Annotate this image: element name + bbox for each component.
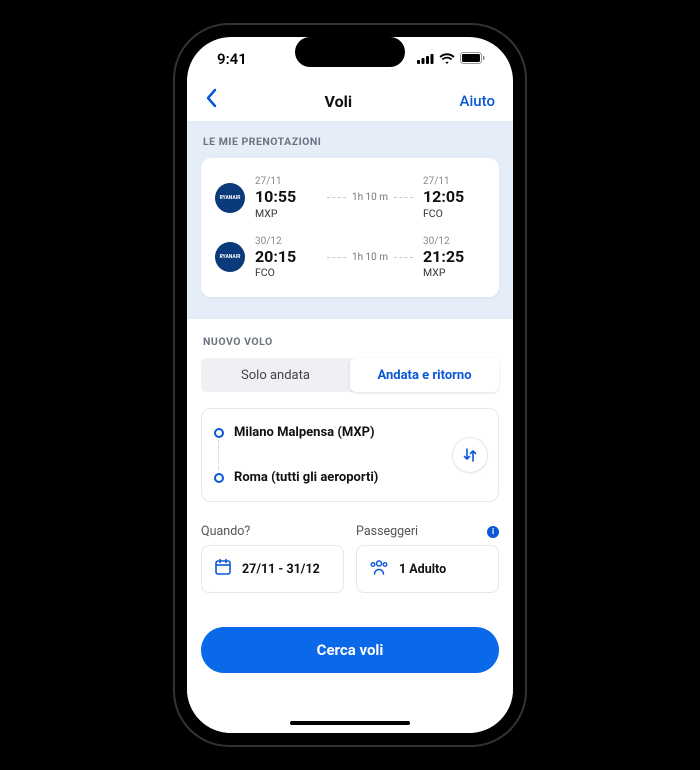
- booking-row[interactable]: RYANAIR 27/11 10:55 MXP 1h 10 m 27/: [215, 168, 485, 228]
- flight-duration: 1h 10 m: [352, 192, 388, 203]
- dep-time: 20:15: [255, 248, 317, 266]
- info-icon[interactable]: i: [487, 526, 499, 538]
- nav-bar: Voli Aiuto: [187, 81, 513, 121]
- phone-frame: 9:41 Voli Aiuto LE MIE PRE: [175, 25, 525, 745]
- arr-date: 27/11: [423, 176, 485, 187]
- people-icon: [369, 559, 389, 579]
- flight-middle: 1h 10 m: [327, 192, 413, 203]
- dep-date: 27/11: [255, 176, 317, 187]
- when-picker: Quando? 27/11 - 31/12: [201, 524, 344, 593]
- when-card[interactable]: 27/11 - 31/12: [201, 545, 344, 593]
- cellular-icon: [417, 50, 434, 68]
- airports-card: Milano Malpensa (MXP) Roma (tutti gli ae…: [201, 408, 499, 502]
- pickers-row: Quando? 27/11 - 31/12 Passeggeri i: [201, 524, 499, 593]
- destination-row[interactable]: Roma (tutti gli aeroporti): [214, 470, 486, 485]
- dash-line: [327, 257, 346, 258]
- passengers-card[interactable]: 1 Adulto: [356, 545, 499, 593]
- arr-time: 12:05: [423, 188, 485, 206]
- dep-code: FCO: [255, 266, 317, 279]
- tab-one-way[interactable]: Solo andata: [201, 358, 350, 392]
- departure-col: 30/12 20:15 FCO: [255, 236, 317, 280]
- content: LE MIE PRENOTAZIONI RYANAIR 27/11 10:55 …: [187, 121, 513, 733]
- arrival-col: 30/12 21:25 MXP: [423, 236, 485, 280]
- airline-logo: RYANAIR: [215, 183, 245, 213]
- dep-code: MXP: [255, 207, 317, 220]
- picker-label-row: Quando?: [201, 524, 344, 539]
- bookings-label: LE MIE PRENOTAZIONI: [201, 135, 499, 148]
- battery-icon: [460, 50, 485, 68]
- back-button[interactable]: [205, 88, 217, 114]
- destination-bullet-icon: [214, 473, 224, 483]
- passengers-picker: Passeggeri i 1 Adulto: [356, 524, 499, 593]
- arr-date: 30/12: [423, 236, 485, 247]
- status-right: [417, 50, 485, 68]
- flight-middle: 1h 10 m: [327, 252, 413, 263]
- origin-row[interactable]: Milano Malpensa (MXP): [214, 425, 486, 440]
- swap-icon: [462, 447, 478, 463]
- search-flights-button[interactable]: Cerca voli: [201, 627, 499, 673]
- home-indicator[interactable]: [290, 721, 410, 725]
- help-link[interactable]: Aiuto: [460, 92, 495, 110]
- wifi-icon: [439, 50, 455, 68]
- dash-line: [394, 197, 413, 198]
- notch: [295, 37, 405, 67]
- dash-line: [327, 197, 346, 198]
- arr-code: MXP: [423, 266, 485, 279]
- trip-type-tabs: Solo andata Andata e ritorno: [201, 358, 499, 392]
- dash-line: [394, 257, 413, 258]
- calendar-icon: [214, 558, 232, 580]
- arr-code: FCO: [423, 207, 485, 220]
- swap-button[interactable]: [452, 437, 488, 473]
- arr-time: 21:25: [423, 248, 485, 266]
- when-value: 27/11 - 31/12: [242, 562, 320, 577]
- page-title: Voli: [324, 92, 352, 111]
- phone-screen: 9:41 Voli Aiuto LE MIE PRE: [187, 37, 513, 733]
- origin-bullet-icon: [214, 428, 224, 438]
- dep-time: 10:55: [255, 188, 317, 206]
- status-time: 9:41: [217, 50, 247, 68]
- airport-connector: [218, 440, 486, 470]
- dep-date: 30/12: [255, 236, 317, 247]
- airline-logo: RYANAIR: [215, 242, 245, 272]
- flight-duration: 1h 10 m: [352, 252, 388, 263]
- passengers-value: 1 Adulto: [399, 562, 446, 577]
- departure-col: 27/11 10:55 MXP: [255, 176, 317, 220]
- new-flight-label: NUOVO VOLO: [201, 335, 499, 348]
- picker-label-row: Passeggeri i: [356, 524, 499, 539]
- origin-value: Milano Malpensa (MXP): [234, 425, 375, 440]
- new-flight-section: NUOVO VOLO Solo andata Andata e ritorno …: [187, 319, 513, 603]
- chevron-left-icon: [205, 88, 217, 108]
- bookings-section: LE MIE PRENOTAZIONI RYANAIR 27/11 10:55 …: [187, 121, 513, 319]
- arrival-col: 27/11 12:05 FCO: [423, 176, 485, 220]
- bookings-card[interactable]: RYANAIR 27/11 10:55 MXP 1h 10 m 27/: [201, 158, 499, 297]
- passengers-label: Passeggeri: [356, 524, 418, 539]
- when-label: Quando?: [201, 524, 250, 539]
- tab-round-trip[interactable]: Andata e ritorno: [350, 358, 499, 392]
- booking-row[interactable]: RYANAIR 30/12 20:15 FCO 1h 10 m 30/: [215, 228, 485, 288]
- destination-value: Roma (tutti gli aeroporti): [234, 470, 378, 485]
